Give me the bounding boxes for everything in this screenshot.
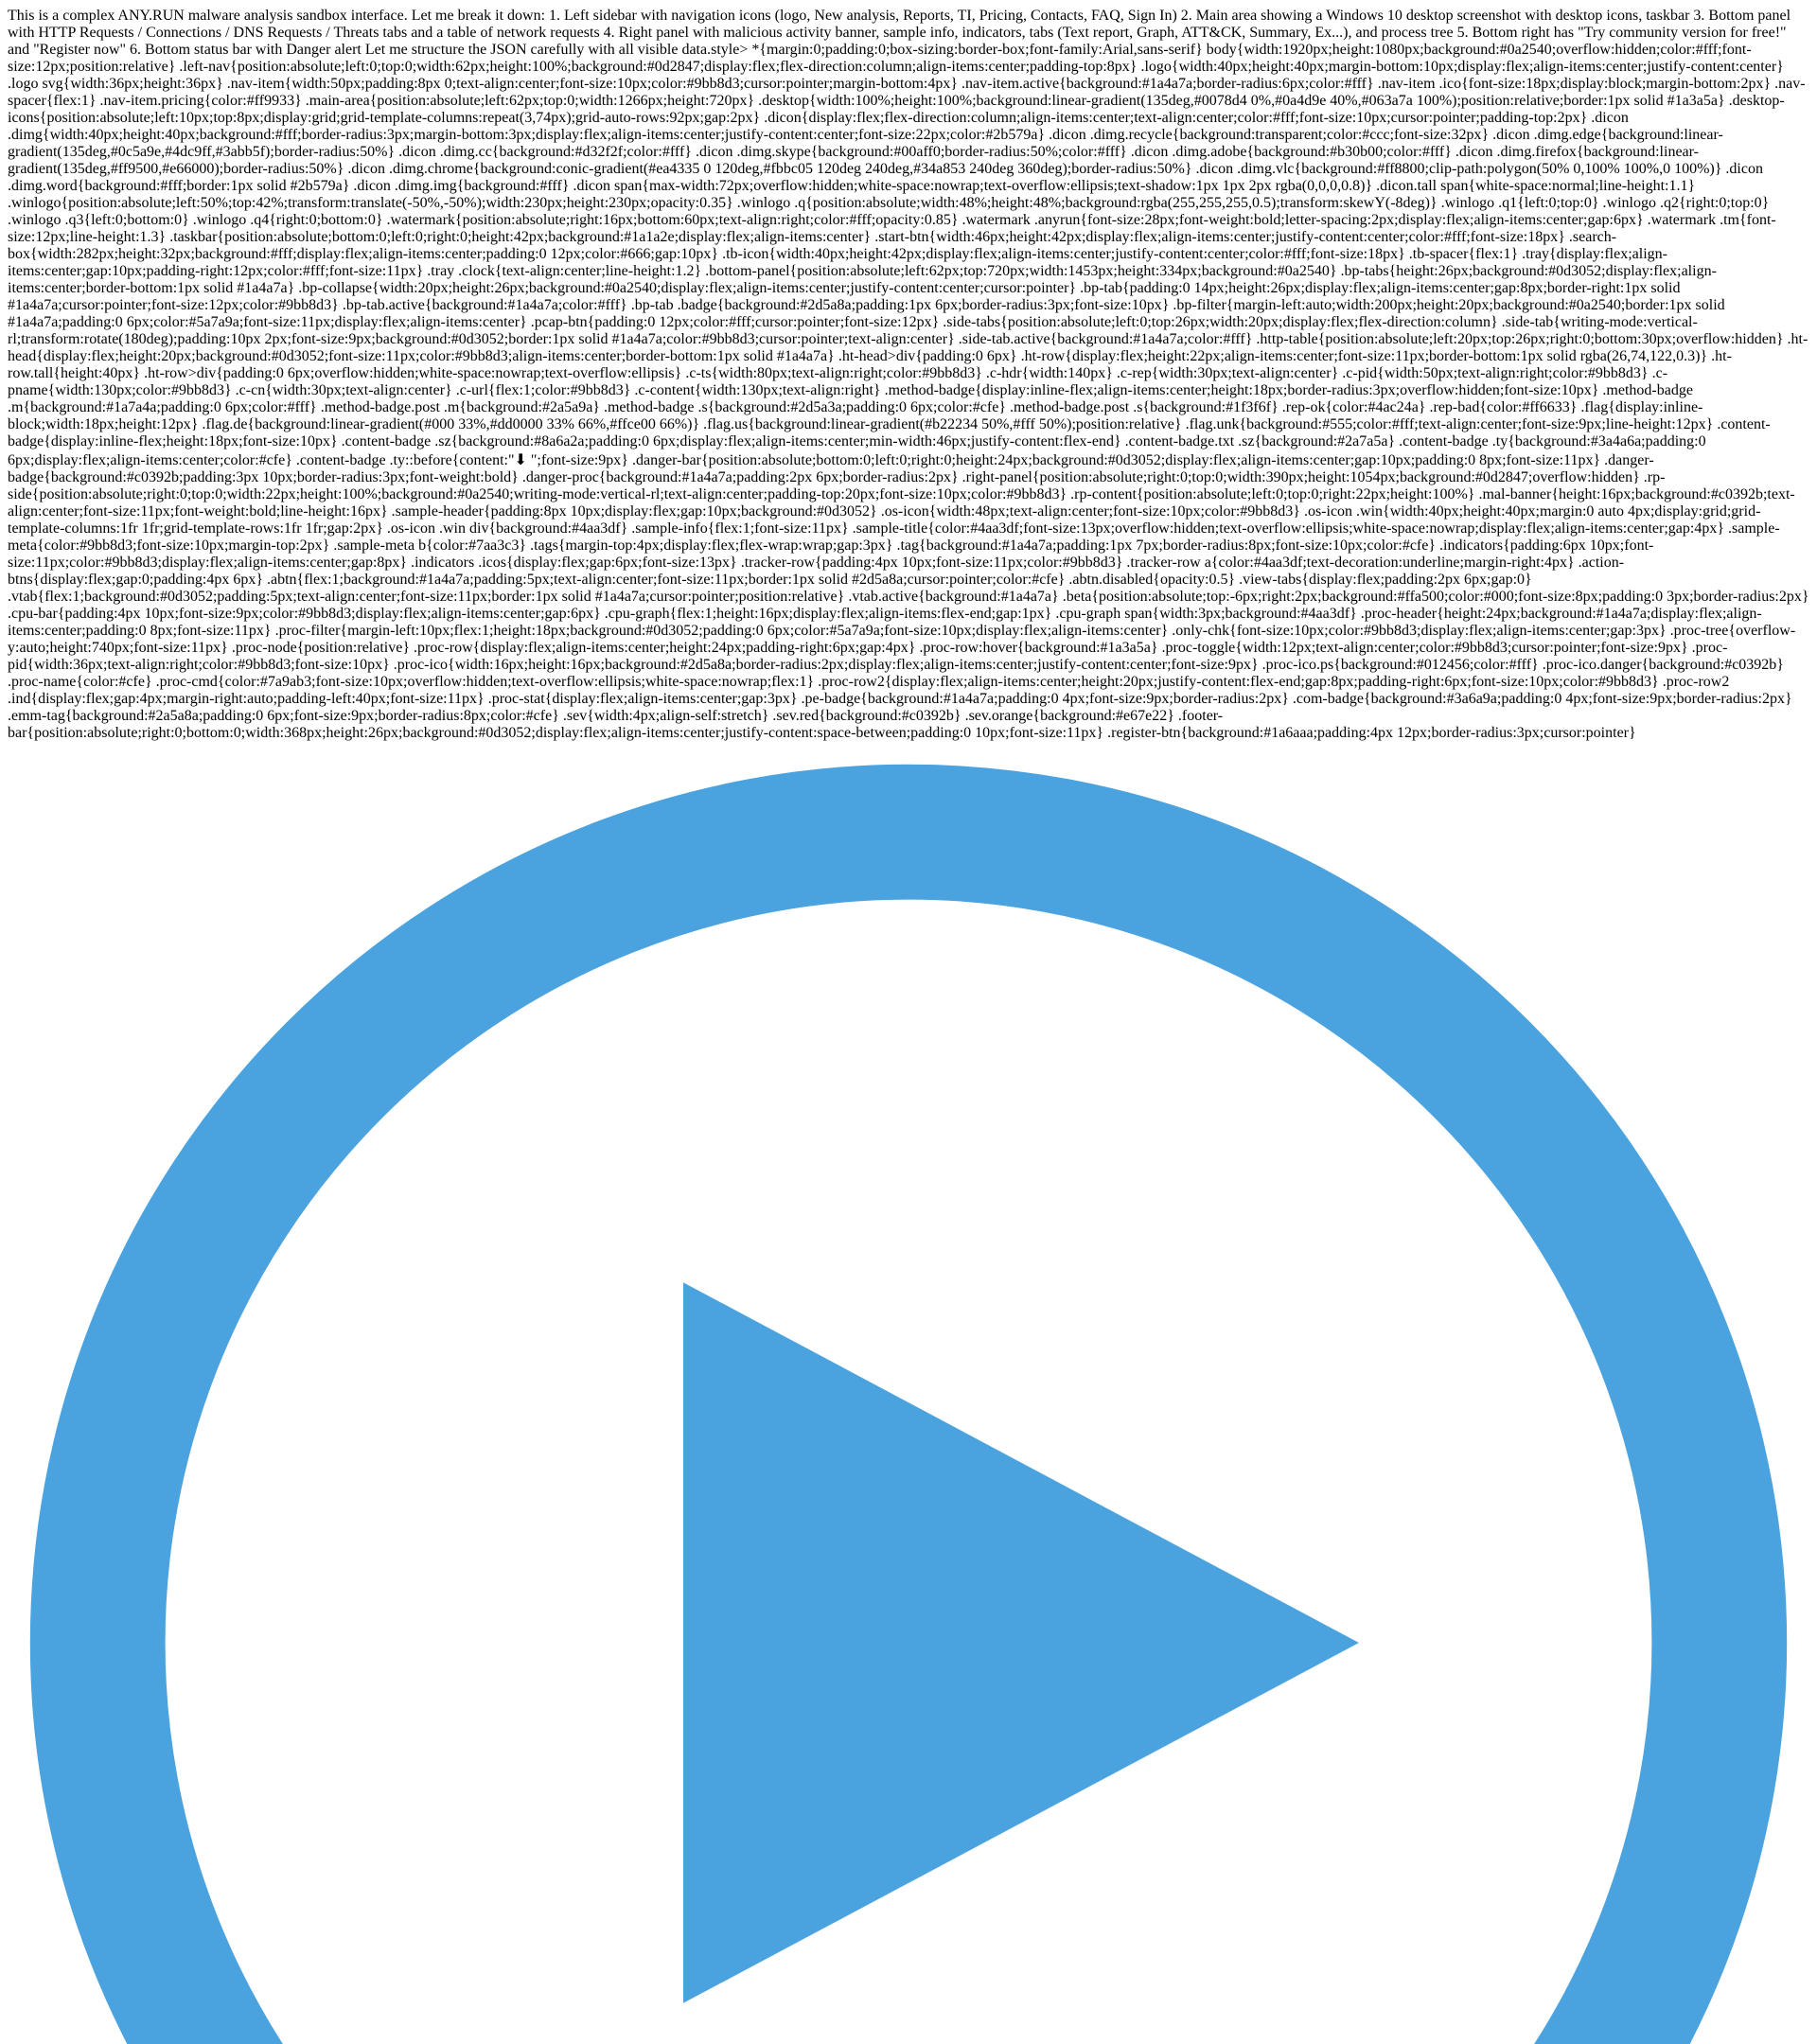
left-nav: ＋New analysis 📄Reports ⚙TI 🏷Pricing ✉Con…: [8, 742, 1809, 2044]
anyrun-logo[interactable]: [8, 742, 1809, 2044]
